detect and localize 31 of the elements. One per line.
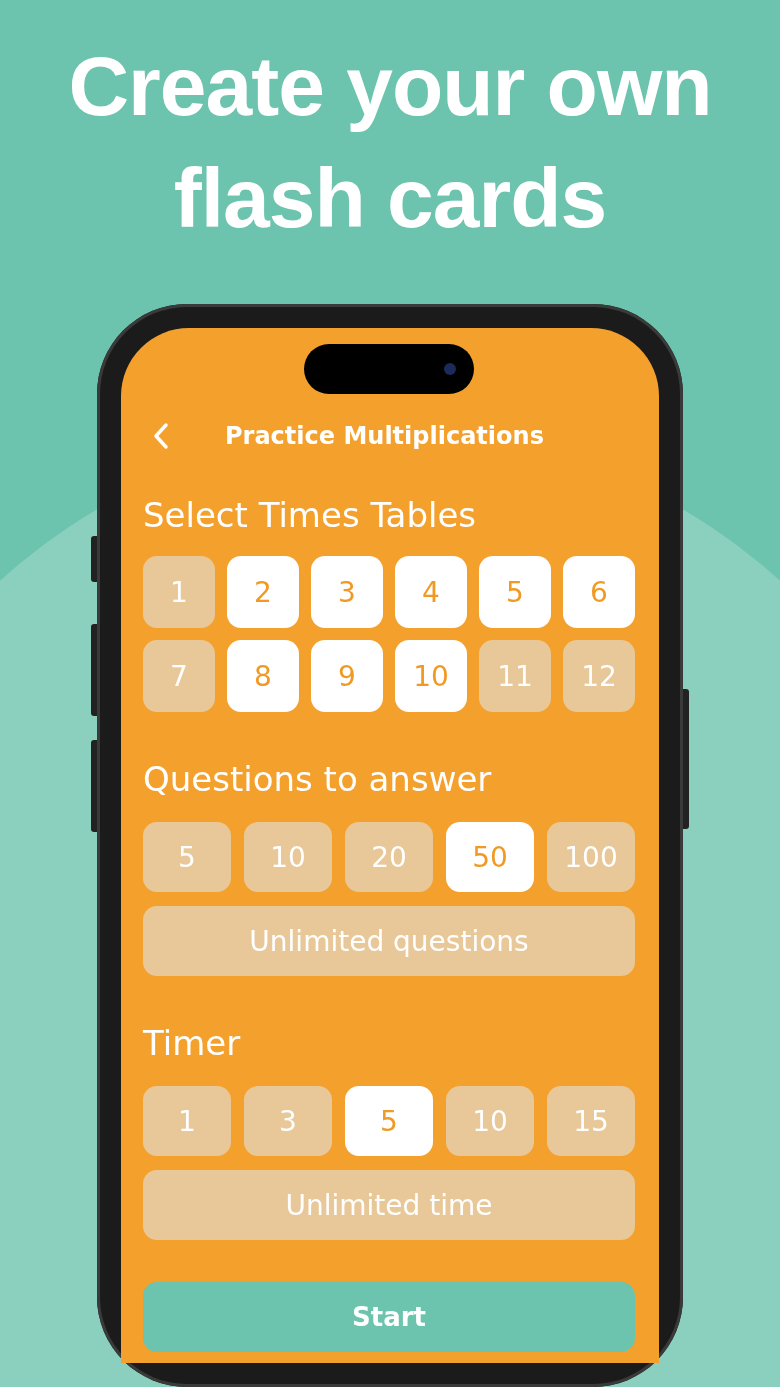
unlimited-button[interactable]: Unlimited time bbox=[143, 1170, 635, 1240]
section-heading: Questions to answer bbox=[143, 758, 493, 800]
screen-title: Practice Multiplications bbox=[225, 422, 544, 450]
option-button[interactable]: 20 bbox=[345, 822, 433, 892]
option-button[interactable]: 50 bbox=[446, 822, 534, 892]
section-heading: Select Times Tables bbox=[143, 494, 478, 536]
back-icon[interactable] bbox=[153, 422, 169, 450]
option-button[interactable]: 1 bbox=[143, 556, 215, 628]
option-button[interactable]: 12 bbox=[563, 640, 635, 712]
option-button[interactable]: 7 bbox=[143, 640, 215, 712]
option-button[interactable]: 100 bbox=[547, 822, 635, 892]
start-button[interactable]: Start bbox=[143, 1282, 635, 1352]
option-button[interactable]: 5 bbox=[345, 1086, 433, 1156]
option-button[interactable]: 11 bbox=[479, 640, 551, 712]
option-button[interactable]: 9 bbox=[311, 640, 383, 712]
option-button[interactable]: 10 bbox=[244, 822, 332, 892]
headline: Create your own flash cards bbox=[68, 38, 712, 247]
option-button[interactable]: 2 bbox=[227, 556, 299, 628]
option-button[interactable]: 6 bbox=[563, 556, 635, 628]
option-button[interactable]: 4 bbox=[395, 556, 467, 628]
option-button[interactable]: 15 bbox=[547, 1086, 635, 1156]
option-button[interactable]: 5 bbox=[479, 556, 551, 628]
option-button[interactable]: 1 bbox=[143, 1086, 231, 1156]
option-button[interactable]: 8 bbox=[227, 640, 299, 712]
option-button[interactable]: 3 bbox=[311, 556, 383, 628]
section-heading: Timer bbox=[143, 1022, 242, 1064]
unlimited-button[interactable]: Unlimited questions bbox=[143, 906, 635, 976]
option-button[interactable]: 3 bbox=[244, 1086, 332, 1156]
option-button[interactable]: 10 bbox=[446, 1086, 534, 1156]
option-button[interactable]: 10 bbox=[395, 640, 467, 712]
option-button[interactable]: 5 bbox=[143, 822, 231, 892]
